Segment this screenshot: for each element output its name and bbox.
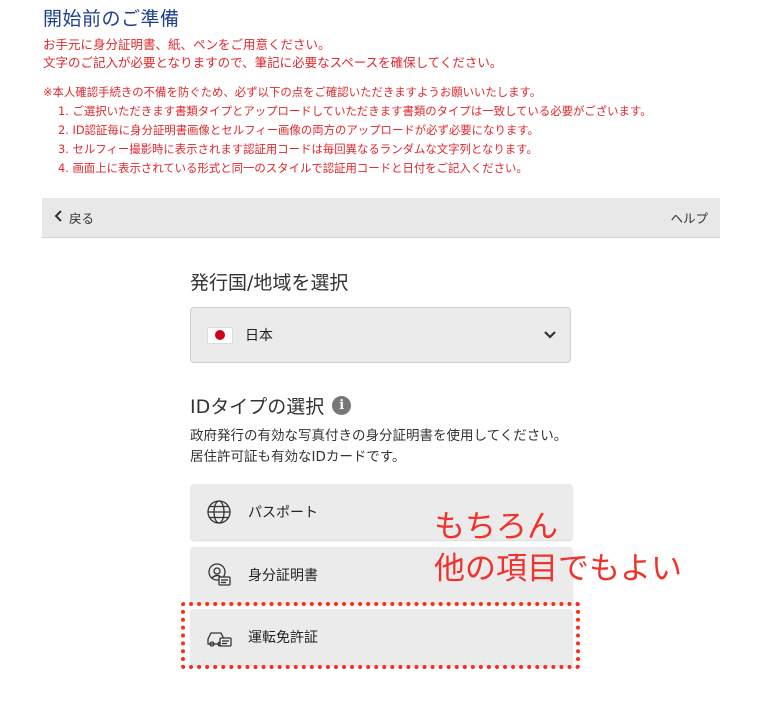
- id-option-drivers-license[interactable]: 運転免許証: [190, 609, 573, 665]
- back-label: 戻る: [69, 211, 95, 226]
- car-license-icon: [206, 624, 232, 650]
- handwritten-annotation: もちろん 他の項目でもよい: [434, 506, 682, 590]
- chevron-down-icon: [544, 331, 556, 339]
- notice-title: ※本人確認手続きの不備を防ぐため、必ず以下の点をご確認いただきますようお願いいた…: [43, 85, 542, 99]
- id-type-title-text: IDタイプの選択: [190, 396, 325, 418]
- intro-line: お手元に身分証明書、紙、ペンをご用意ください。: [43, 37, 331, 52]
- id-option-label: 身分証明書: [248, 568, 318, 584]
- help-link[interactable]: ヘルプ: [670, 208, 708, 227]
- id-type-description: 政府発行の有効な写真付きの身分証明書を使用してください。 居住許可証も有効なID…: [190, 428, 568, 465]
- annotation-line: もちろん: [434, 509, 558, 545]
- back-button[interactable]: 戻る: [54, 208, 94, 227]
- page-heading: 開始前のご準備: [43, 8, 180, 30]
- info-icon[interactable]: i: [332, 396, 352, 415]
- id-option-label: パスポート: [248, 505, 318, 521]
- annotation-line: 他の項目でもよい: [434, 551, 682, 587]
- intro-line: 文字のご記入が必要となりますので、筆記に必要なスペースを確保してください。: [43, 54, 503, 70]
- country-select[interactable]: 日本: [190, 307, 571, 363]
- intro-text: お手元に身分証明書、紙、ペンをご用意ください。 文字のご記入が必要となりますので…: [43, 36, 502, 71]
- notice-block: ※本人確認手続きの不備を防ぐため、必ず以下の点をご確認いただきますようお願いいた…: [43, 83, 652, 178]
- chevron-left-icon: [54, 210, 63, 225]
- id-option-label: 運転免許証: [248, 630, 318, 646]
- globe-icon: [206, 499, 232, 525]
- notice-item: 3. セルフィー撮影時に表示されます認証用コードは毎回異なるランダムな文字列とな…: [58, 142, 538, 156]
- japan-flag-icon: [207, 326, 233, 344]
- country-section-title: 発行国/地域を選択: [190, 272, 349, 294]
- notice-item: 1. ご選択いただきます書類タイプとアップロードしていただきます書類のタイプは一…: [58, 104, 652, 118]
- country-selected-value: 日本: [245, 328, 273, 344]
- notice-list: 1. ご選択いただきます書類タイプとアップロードしていただきます書類のタイプは一…: [43, 102, 652, 178]
- notice-item: 2. ID認証毎に身分証明書画像とセルフィー画像の両方のアップロードが必ず必要に…: [58, 123, 539, 137]
- nav-bar: 戻る ヘルプ: [42, 198, 720, 238]
- id-card-icon: [206, 562, 232, 588]
- id-type-section-title: IDタイプの選択 i: [190, 392, 352, 419]
- notice-item: 4. 画面上に表示されている形式と同一のスタイルで認証用コードと日付をご記入くだ…: [58, 161, 528, 175]
